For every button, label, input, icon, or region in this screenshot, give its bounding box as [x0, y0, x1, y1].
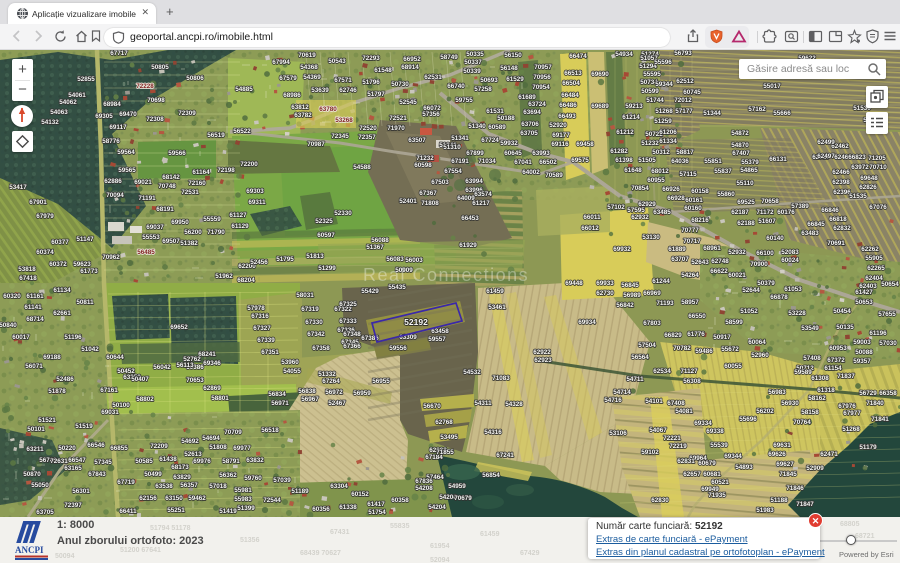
svg-text:52192: 52192 [404, 317, 428, 327]
svg-text:Real Connections: Real Connections [363, 265, 529, 285]
svg-text:ANCPI: ANCPI [15, 545, 44, 555]
